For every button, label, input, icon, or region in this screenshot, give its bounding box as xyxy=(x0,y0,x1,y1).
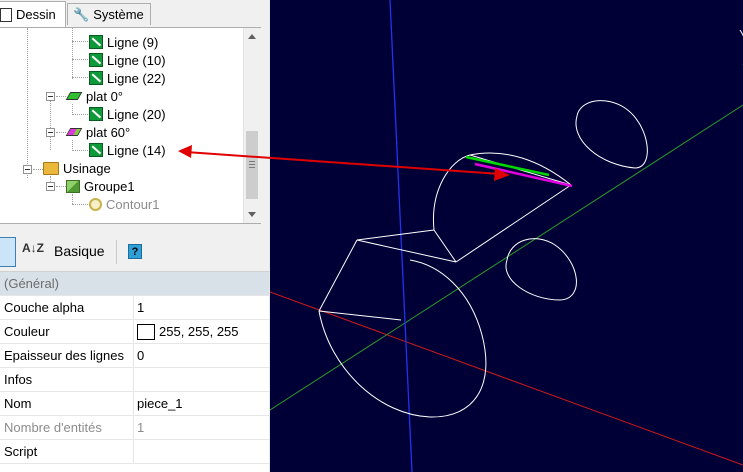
drawing-tree[interactable]: Ligne (9) Ligne (10) Ligne (22) plat 0° … xyxy=(0,27,261,224)
property-name: Couche alpha xyxy=(0,296,134,319)
property-value[interactable]: 0 xyxy=(134,344,270,367)
cube-icon xyxy=(66,179,80,193)
color-swatch[interactable] xyxy=(137,323,155,340)
magenta-plane-icon xyxy=(65,126,83,138)
part-wireframe xyxy=(318,29,743,418)
tree-guide xyxy=(72,114,88,115)
property-row[interactable]: Couleur 255, 255, 255 xyxy=(0,320,270,344)
property-name: Infos xyxy=(0,368,134,391)
collapse-toggle[interactable] xyxy=(46,182,55,191)
color-value: 255, 255, 255 xyxy=(159,324,239,339)
tree-item-label: plat 60° xyxy=(86,124,131,140)
tree-guide xyxy=(72,204,88,205)
help-icon[interactable]: ? xyxy=(128,244,142,259)
tab-systeme-label: Système xyxy=(93,7,144,22)
tree-item-label: Ligne (14) xyxy=(107,142,166,158)
category-header[interactable]: (Général) xyxy=(0,272,270,296)
property-value[interactable] xyxy=(134,368,270,391)
tree-item[interactable]: Groupe1 xyxy=(66,177,136,195)
tree-item[interactable]: Ligne (9) xyxy=(89,33,159,51)
tree-item-label: Ligne (9) xyxy=(107,34,159,50)
property-toolbar: A↓Z Basique ? xyxy=(0,232,270,272)
tree-guide xyxy=(33,169,43,170)
tree-guide xyxy=(56,186,66,187)
tree-guide xyxy=(56,96,66,97)
tree-item[interactable]: Ligne (22) xyxy=(89,69,167,87)
tree-item-label: Ligne (20) xyxy=(107,106,166,122)
tree-item[interactable]: plat 60° xyxy=(65,123,131,141)
property-value[interactable] xyxy=(134,440,270,463)
collapse-toggle[interactable] xyxy=(23,165,32,174)
property-row[interactable]: Script xyxy=(0,440,270,464)
green-plane-icon xyxy=(65,90,83,102)
property-grid: (Général) Couche alpha 1 Couleur 255, 25… xyxy=(0,271,270,472)
property-row[interactable]: Nombre d'entités 1 xyxy=(0,416,270,440)
property-row[interactable]: Epaisseur des lignes 0 xyxy=(0,344,270,368)
toolbar-separator xyxy=(116,240,117,264)
tree-guide xyxy=(72,41,88,42)
tree-scrollbar[interactable] xyxy=(243,28,261,223)
scroll-down-icon[interactable] xyxy=(248,212,256,217)
property-name: Script xyxy=(0,440,134,463)
property-row[interactable]: Nom piece_1 xyxy=(0,392,270,416)
tree-item-label: Groupe1 xyxy=(84,178,135,194)
line-icon xyxy=(89,35,103,49)
left-panel: Dessin 🔧 Système Ligne (9) Ligne (10) Li… xyxy=(0,0,270,472)
line-icon xyxy=(89,53,103,67)
property-name: Nombre d'entités xyxy=(0,416,134,439)
collapse-toggle[interactable] xyxy=(46,128,55,137)
tree-item-label: Ligne (22) xyxy=(107,70,166,86)
tree-item[interactable]: Ligne (20) xyxy=(89,105,167,123)
line-icon xyxy=(89,71,103,85)
3d-viewport[interactable] xyxy=(270,0,743,472)
tree-guide xyxy=(72,59,88,60)
collapse-toggle[interactable] xyxy=(46,92,55,101)
tree-guide xyxy=(27,28,28,178)
property-value[interactable]: 255, 255, 255 xyxy=(134,320,270,343)
property-row[interactable]: Couche alpha 1 xyxy=(0,296,270,320)
property-name: Nom xyxy=(0,392,134,415)
z-axis xyxy=(389,0,413,472)
tree-guide xyxy=(72,77,88,78)
tree-item[interactable]: Usinage xyxy=(43,159,112,177)
property-value[interactable]: 1 xyxy=(134,296,270,319)
tab-dessin[interactable]: Dessin xyxy=(0,1,66,27)
basique-button[interactable]: Basique xyxy=(54,243,105,259)
scroll-up-icon[interactable] xyxy=(248,34,256,39)
tree-item-label: plat 0° xyxy=(86,88,124,104)
tree-item-label: Contour1 xyxy=(106,196,160,212)
x-axis xyxy=(270,291,743,466)
tab-systeme[interactable]: 🔧 Système xyxy=(67,3,151,25)
tree-item[interactable]: plat 0° xyxy=(65,87,124,105)
scroll-thumb[interactable] xyxy=(246,131,258,199)
viewport-canvas[interactable] xyxy=(270,0,743,472)
property-name: Couleur xyxy=(0,320,134,343)
categorized-view-button[interactable] xyxy=(0,237,16,267)
alphabetical-sort-button[interactable]: A↓Z xyxy=(22,241,44,255)
line-icon xyxy=(89,107,103,121)
tree-guide xyxy=(56,132,66,133)
document-icon xyxy=(0,7,12,22)
folder-icon xyxy=(43,161,59,175)
tab-strip: Dessin 🔧 Système xyxy=(0,0,270,28)
tree-guide xyxy=(50,100,51,150)
property-value[interactable]: piece_1 xyxy=(134,392,270,415)
tree-item-label: Usinage xyxy=(63,160,111,176)
wrench-icon: 🔧 xyxy=(73,6,90,22)
tree-item[interactable]: Contour1 xyxy=(89,195,160,213)
line-icon xyxy=(89,143,103,157)
property-value: 1 xyxy=(137,420,145,435)
tree-guide xyxy=(72,194,73,204)
tree-guide xyxy=(72,28,73,79)
property-name: Epaisseur des lignes xyxy=(0,344,134,367)
tree-item[interactable]: Ligne (14) xyxy=(89,141,167,159)
tab-dessin-label: Dessin xyxy=(16,7,56,22)
contour-icon xyxy=(89,197,102,211)
property-row[interactable]: Infos xyxy=(0,368,270,392)
tree-guide xyxy=(72,150,88,151)
tree-item-label: Ligne (10) xyxy=(107,52,166,68)
tree-item[interactable]: Ligne (10) xyxy=(89,51,167,69)
